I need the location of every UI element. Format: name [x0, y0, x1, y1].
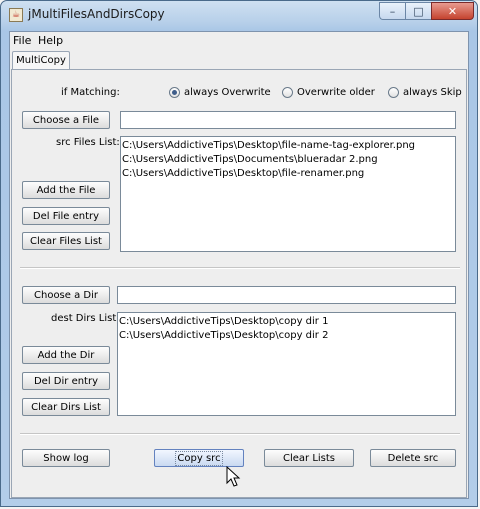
clear-dirs-list-button[interactable]: Clear Dirs List: [22, 398, 110, 416]
del-file-entry-button[interactable]: Del File entry: [22, 207, 110, 225]
button-label: Show log: [43, 452, 89, 464]
file-path-input[interactable]: [120, 111, 456, 129]
dest-dirs-list-label: dest Dirs List:: [51, 313, 120, 324]
mouse-pointer-icon: [226, 466, 241, 487]
maximize-icon: □: [413, 4, 424, 18]
app-window: ☕ jMultiFilesAndDirsCopy – □ ✕ File Help…: [0, 0, 478, 507]
close-icon: ✕: [447, 4, 458, 18]
radio-always-overwrite[interactable]: always Overwrite: [169, 87, 271, 98]
section-divider: [20, 433, 460, 435]
delete-src-button[interactable]: Delete src: [370, 449, 456, 467]
radio-label: always Overwrite: [184, 87, 271, 98]
button-label: Choose a File: [32, 114, 100, 126]
radio-label: Overwrite older: [297, 87, 375, 98]
radio-overwrite-older[interactable]: Overwrite older: [282, 87, 375, 98]
minimize-icon: –: [389, 4, 396, 18]
add-dir-button[interactable]: Add the Dir: [22, 346, 110, 364]
radio-always-skip[interactable]: always Skip: [388, 87, 462, 98]
close-button[interactable]: ✕: [431, 2, 474, 20]
button-label: Copy src: [175, 450, 223, 466]
radio-icon: [388, 87, 399, 98]
button-label: Add the Dir: [37, 349, 95, 361]
clear-files-list-button[interactable]: Clear Files List: [22, 232, 110, 250]
button-label: Add the File: [36, 184, 96, 196]
list-item[interactable]: C:\Users\AddictiveTips\Documents\bluerad…: [122, 153, 454, 167]
section-divider: [20, 267, 460, 269]
menu-help[interactable]: Help: [38, 34, 63, 47]
list-item[interactable]: C:\Users\AddictiveTips\Desktop\copy dir …: [119, 329, 454, 343]
window-title: jMultiFilesAndDirsCopy: [28, 7, 165, 21]
button-label: Choose a Dir: [34, 289, 98, 301]
if-matching-label: if Matching:: [61, 87, 120, 98]
clear-lists-button[interactable]: Clear Lists: [264, 449, 354, 467]
radio-label: always Skip: [403, 87, 462, 98]
dir-path-input[interactable]: [117, 286, 456, 304]
radio-icon-selected: [169, 87, 180, 98]
radio-icon: [282, 87, 293, 98]
menu-file[interactable]: File: [13, 34, 31, 47]
src-files-list[interactable]: C:\Users\AddictiveTips\Desktop\file-name…: [120, 136, 456, 252]
src-files-list-label: src Files List:: [56, 137, 120, 148]
multicopy-panel: if Matching: always Overwrite Overwrite …: [11, 69, 467, 498]
title-bar[interactable]: ☕ jMultiFilesAndDirsCopy – □ ✕: [1, 1, 479, 29]
button-label: Delete src: [387, 452, 439, 464]
java-app-icon: ☕: [9, 8, 23, 22]
button-label: Clear Dirs List: [31, 401, 101, 413]
button-label: Clear Lists: [282, 452, 336, 464]
list-item[interactable]: C:\Users\AddictiveTips\Desktop\copy dir …: [119, 315, 454, 329]
button-label: Del Dir entry: [33, 375, 99, 387]
choose-dir-button[interactable]: Choose a Dir: [22, 286, 110, 304]
window-controls: – □ ✕: [379, 2, 474, 20]
button-label: Clear Files List: [30, 235, 102, 247]
menu-bar: File Help: [10, 32, 468, 50]
list-item[interactable]: C:\Users\AddictiveTips\Desktop\file-rena…: [122, 167, 454, 181]
choose-file-button[interactable]: Choose a File: [22, 111, 110, 129]
button-label: Del File entry: [32, 210, 100, 222]
minimize-button[interactable]: –: [379, 2, 405, 20]
tab-multicopy[interactable]: MultiCopy: [12, 51, 70, 69]
copy-src-button[interactable]: Copy src: [154, 449, 244, 467]
show-log-button[interactable]: Show log: [22, 449, 110, 467]
client-area: File Help MultiCopy if Matching: always …: [9, 31, 469, 499]
list-item[interactable]: C:\Users\AddictiveTips\Desktop\file-name…: [122, 139, 454, 153]
dest-dirs-list[interactable]: C:\Users\AddictiveTips\Desktop\copy dir …: [117, 312, 456, 416]
add-file-button[interactable]: Add the File: [22, 181, 110, 199]
maximize-button[interactable]: □: [405, 2, 431, 20]
del-dir-entry-button[interactable]: Del Dir entry: [22, 372, 110, 390]
